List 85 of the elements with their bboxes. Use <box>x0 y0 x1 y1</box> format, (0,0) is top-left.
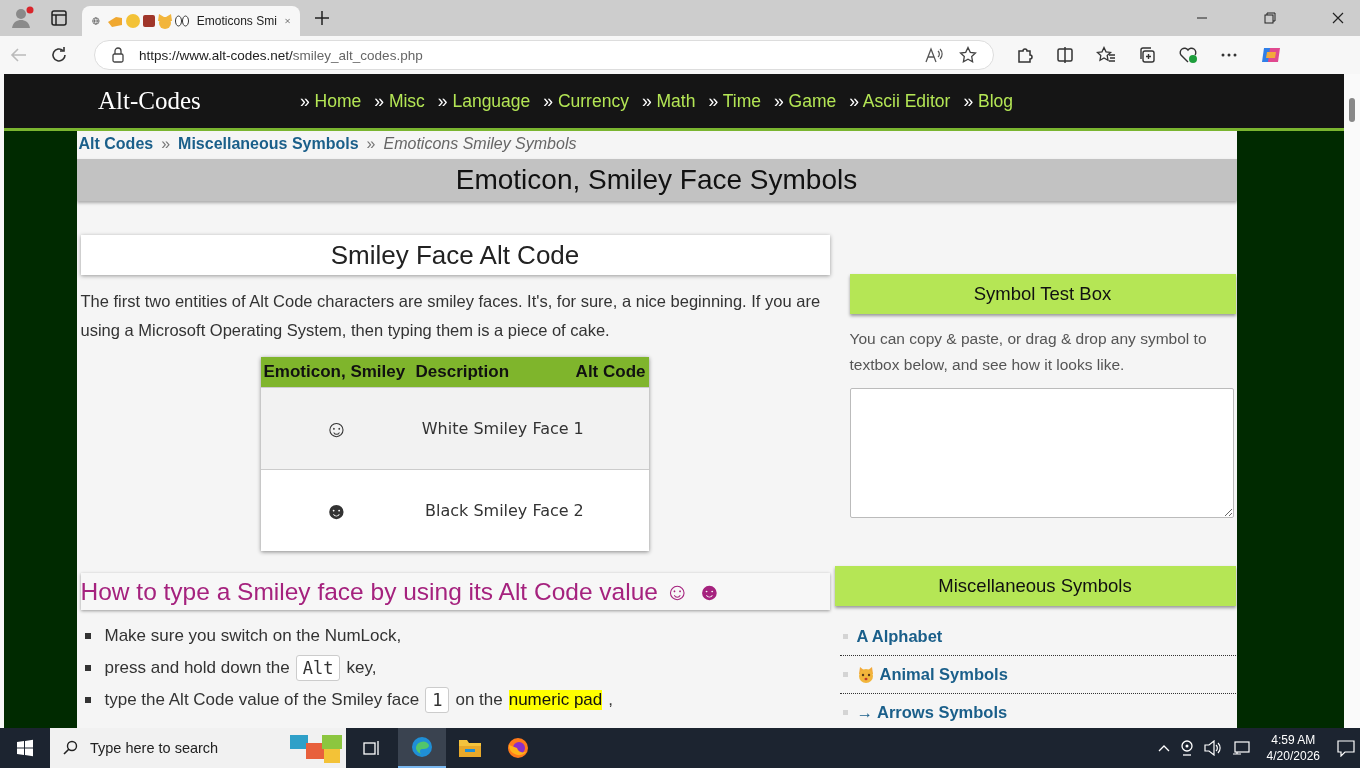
nav-link[interactable]: » Language <box>437 90 531 112</box>
face-icon <box>125 14 140 28</box>
cat-face-icon <box>856 665 875 684</box>
close-icon[interactable] <box>1332 12 1344 24</box>
section-heading: How to type a Smiley face by using its Alt Code value ☺ ☻ <box>80 573 830 610</box>
symbol-cell: ☻ <box>260 469 413 551</box>
key-label: Alt <box>295 655 341 681</box>
notifications-icon[interactable] <box>1337 739 1355 757</box>
category-link[interactable]: A Alphabet <box>856 627 943 646</box>
search-icon <box>62 740 78 756</box>
section-heading: Smiley Face Alt Code <box>80 235 830 275</box>
nav-link[interactable]: » Blog <box>963 90 1013 112</box>
nav-link[interactable]: » Misc <box>374 90 425 112</box>
step-text: on the <box>455 690 503 710</box>
nav-link[interactable]: » Game <box>773 90 837 112</box>
brick-icon <box>142 15 155 27</box>
symbol-test-field[interactable] <box>849 388 1234 518</box>
pointing-hand-icon <box>107 15 123 27</box>
clock[interactable]: 4:59 AM 4/20/2026 <box>1266 732 1320 764</box>
health-icon[interactable] <box>1178 46 1198 64</box>
bullet-icon <box>84 665 91 671</box>
address-bar[interactable]: https://www.alt-codes.net/smiley_alt_codes.php <box>94 40 994 70</box>
taskbar-search-field[interactable]: Type here to search <box>50 728 346 768</box>
column-header: Emoticon, Smiley <box>260 357 413 388</box>
symbol-cell: ☺ <box>260 387 413 470</box>
nav-link[interactable]: » Time <box>708 90 761 112</box>
nav-link[interactable]: » Math <box>641 90 696 112</box>
tab-actions-icon[interactable] <box>50 9 68 27</box>
alt-code-cell: 2 <box>572 469 649 551</box>
bullet-icon <box>842 672 848 677</box>
bullet-icon <box>842 710 848 715</box>
task-view-icon[interactable] <box>362 739 382 757</box>
breadcrumb-separator: » <box>366 134 376 153</box>
instructions-text: You can copy & paste, or drag & drop any symbol to textbox below, and see how it looks like. <box>849 329 1208 375</box>
nav-link[interactable]: » Currency <box>543 90 629 112</box>
description-cell: Black Smiley Face <box>412 469 573 551</box>
panel-heading: Symbol Test Box <box>849 274 1236 314</box>
alt-code-cell: 1 <box>572 387 649 470</box>
paragraph: The first two entities of Alt Code characters are smiley faces. It's, for sure, a nice beginning. If you are using a Microsoft Operating System, then typing them is a piece of cake. <box>80 291 822 341</box>
cat-face-icon <box>157 13 172 29</box>
site-logo[interactable]: Alt-Codes <box>98 87 300 115</box>
star-icon[interactable] <box>959 46 977 64</box>
breadcrumb-separator: » <box>161 134 171 153</box>
nav-link[interactable]: » Home <box>300 90 362 112</box>
breadcrumb-current: Emoticons Smiley Symbols <box>383 134 577 153</box>
column-header: Description <box>412 357 573 388</box>
eyes-icon <box>174 15 189 27</box>
step-text: type the Alt Code value of the Smiley face <box>104 690 420 710</box>
split-screen-icon[interactable] <box>1056 46 1074 64</box>
step-text: press and hold down the <box>104 658 290 678</box>
webcam-icon[interactable] <box>1179 740 1194 756</box>
edge-taskbar-icon[interactable] <box>398 728 446 768</box>
step-text: key, <box>346 658 377 678</box>
network-icon[interactable] <box>1231 740 1250 756</box>
category-link[interactable]: Animal Symbols <box>879 665 1008 684</box>
breadcrumb-link[interactable]: Alt Codes <box>78 134 154 153</box>
key-label: 1 <box>425 687 450 713</box>
bullet-icon <box>842 634 848 639</box>
windows-start-icon[interactable] <box>16 739 34 757</box>
restore-icon[interactable] <box>1264 12 1276 24</box>
bullet-icon <box>84 633 91 639</box>
tab-title: Emoticons Smi <box>196 14 277 28</box>
collections-icon[interactable] <box>1138 46 1156 64</box>
more-icon[interactable] <box>1220 52 1238 58</box>
bullet-icon <box>84 697 91 703</box>
chevron-up-icon[interactable] <box>1157 744 1170 752</box>
nav-link[interactable]: » Ascii Editor <box>849 90 951 112</box>
profile-icon[interactable] <box>10 6 36 30</box>
step-text: Make sure you switch on the NumLock, <box>104 626 402 646</box>
breadcrumb-link[interactable]: Miscellaneous Symbols <box>178 134 359 153</box>
favorites-icon[interactable] <box>1096 46 1116 64</box>
volume-icon[interactable] <box>1203 740 1222 756</box>
page-title: Emoticon, Smiley Face Symbols <box>76 159 1237 201</box>
description-cell: White Smiley Face <box>412 387 573 470</box>
new-tab-icon[interactable] <box>314 10 330 26</box>
category-link[interactable]: → Arrows Symbols <box>856 703 1008 722</box>
lock-icon <box>111 47 125 63</box>
highlighted-text: numeric pad <box>508 690 603 710</box>
step-text: , <box>608 690 613 710</box>
read-aloud-icon[interactable] <box>925 47 945 63</box>
reload-icon[interactable] <box>50 46 68 64</box>
panel-heading: Miscellaneous Symbols <box>834 566 1236 606</box>
column-header: Alt Code <box>572 357 649 388</box>
extensions-icon[interactable] <box>1016 46 1034 64</box>
browser-tab[interactable]: Emoticons Smi <box>82 6 300 36</box>
